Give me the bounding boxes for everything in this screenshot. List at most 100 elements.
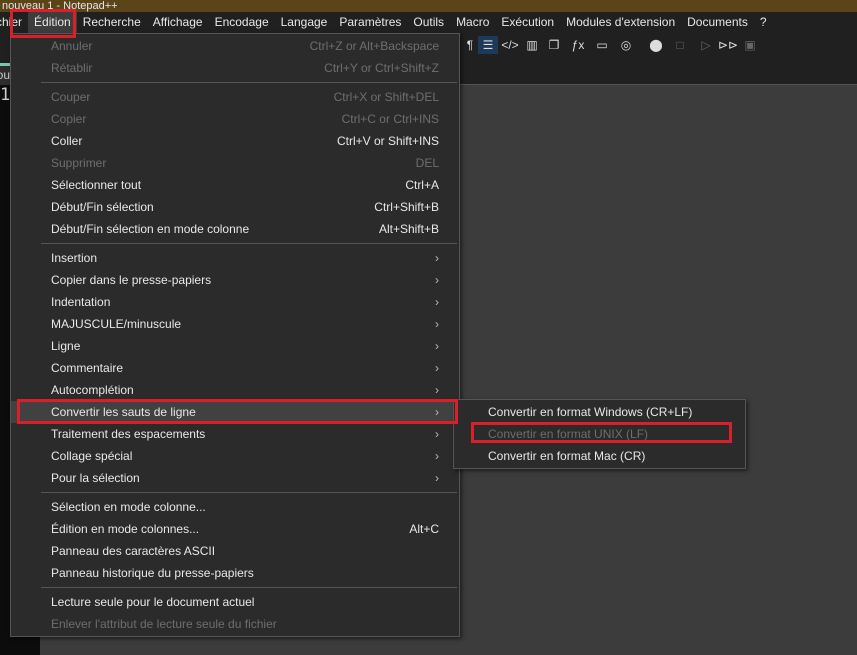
menu-item-label: Sélectionner tout: [51, 178, 142, 192]
xml-tag-icon[interactable]: </>: [500, 36, 520, 54]
menu-item-shortcut: Ctrl+Z or Alt+Backspace: [309, 39, 439, 53]
menu-item-label: Début/Fin sélection: [51, 200, 154, 214]
menu-item[interactable]: Sélection en mode colonne...: [11, 496, 459, 518]
menu-item[interactable]: Édition en mode colonnes... Alt+C: [11, 518, 459, 540]
menu-item[interactable]: Rétablir Ctrl+Y or Ctrl+Shift+Z: [11, 57, 459, 79]
menu-item[interactable]: Lecture seule pour le document actuel: [11, 591, 459, 613]
menu-item[interactable]: Panneau historique du presse-papiers: [11, 562, 459, 584]
menu-item-label: Copier: [51, 112, 87, 126]
menu-6[interactable]: Paramètres: [333, 12, 407, 33]
menu-item[interactable]: Indentation ›: [11, 291, 459, 313]
play-multiple-icon[interactable]: ⊳⊳: [718, 36, 738, 54]
menu-item-label: Copier dans le presse-papiers: [51, 273, 212, 287]
menu-item[interactable]: Sélectionner tout Ctrl+A: [11, 174, 459, 196]
menu-item-label: Indentation: [51, 295, 111, 309]
menu-item[interactable]: Début/Fin sélection en mode colonne Alt+S…: [11, 218, 459, 240]
menu-9[interactable]: Exécution: [495, 12, 560, 33]
menu-separator: [41, 82, 457, 83]
menu-item-label: Pour la sélection: [51, 471, 140, 485]
menu-item[interactable]: Copier Ctrl+C or Ctrl+INS: [11, 108, 459, 130]
menu-item-label: Édition en mode colonnes...: [51, 522, 200, 536]
menu-item-label: Autocomplétion: [51, 383, 134, 397]
menu-item[interactable]: Traitement des espacements ›: [11, 423, 459, 445]
menu-item[interactable]: Collage spécial ›: [11, 445, 459, 467]
menu-item[interactable]: Couper Ctrl+X or Shift+DEL: [11, 86, 459, 108]
menu-item-shortcut: DEL: [415, 156, 439, 170]
indent-guide-icon[interactable]: ☰: [478, 36, 498, 54]
window-title: nouveau 1 - Notepad++: [2, 0, 118, 12]
menu-0[interactable]: Fichier: [0, 12, 28, 33]
menu-1[interactable]: Édition: [28, 12, 77, 33]
menu-4[interactable]: Encodage: [209, 12, 275, 33]
menu-item-label: Collage spécial: [51, 449, 133, 463]
chevron-right-icon: ›: [435, 295, 439, 309]
submenu-item[interactable]: Convertir en format Mac (CR): [454, 445, 745, 467]
menu-item-label: Sélection en mode colonne...: [51, 500, 206, 514]
menu-item-label: Lecture seule pour le document actuel: [51, 595, 255, 609]
function-list-icon[interactable]: ƒx: [568, 36, 588, 54]
chevron-right-icon: ›: [435, 383, 439, 397]
menu-item-shortcut: Ctrl+Shift+B: [374, 200, 439, 214]
document-map-icon[interactable]: ▥: [522, 36, 542, 54]
submenu-item-label: Convertir en format Mac (CR): [488, 449, 646, 463]
submenu-item[interactable]: Convertir en format Windows (CR+LF): [454, 401, 745, 423]
focus-mode-icon[interactable]: ◎: [616, 36, 636, 54]
menu-item-shortcut: Ctrl+C or Ctrl+INS: [341, 112, 439, 126]
menu-11[interactable]: Documents: [681, 12, 754, 33]
menu-item[interactable]: Annuler Ctrl+Z or Alt+Backspace: [11, 35, 459, 57]
menu-item[interactable]: Autocomplétion ›: [11, 379, 459, 401]
menu-item-label: Traitement des espacements: [51, 427, 206, 441]
menu-item-shortcut: Alt+C: [409, 522, 439, 536]
menu-item-label: MAJUSCULE/minuscule: [51, 317, 182, 331]
menu-item[interactable]: Coller Ctrl+V or Shift+INS: [11, 130, 459, 152]
line-number: 1: [0, 85, 11, 105]
submenu-item[interactable]: Convertir en format UNIX (LF): [454, 423, 745, 445]
menu-item[interactable]: Panneau des caractères ASCII: [11, 540, 459, 562]
menu-10[interactable]: Modules d'extension: [560, 12, 681, 33]
menu-item[interactable]: Pour la sélection ›: [11, 467, 459, 489]
submenu-item-label: Convertir en format UNIX (LF): [488, 427, 649, 441]
save-macro-icon[interactable]: ▣: [740, 36, 760, 54]
menu-item[interactable]: Copier dans le presse-papiers ›: [11, 269, 459, 291]
monitor-icon[interactable]: ▭: [592, 36, 612, 54]
menu-item[interactable]: Début/Fin sélection Ctrl+Shift+B: [11, 196, 459, 218]
menu-5[interactable]: Langage: [275, 12, 334, 33]
menu-item-label: Convertir les sauts de ligne: [51, 405, 196, 419]
menu-8[interactable]: Macro: [450, 12, 495, 33]
submenu-item-label: Convertir en format Windows (CR+LF): [488, 405, 693, 419]
menu-7[interactable]: Outils: [407, 12, 450, 33]
menu-item[interactable]: Ligne ›: [11, 335, 459, 357]
menu-item-shortcut: Ctrl+X or Shift+DEL: [333, 90, 439, 104]
menu-item-label: Annuler: [51, 39, 93, 53]
menu-item-label: Commentaire: [51, 361, 124, 375]
menu-item-label: Supprimer: [51, 156, 107, 170]
play-macro-icon[interactable]: ▷: [696, 36, 716, 54]
edit-menu: Annuler Ctrl+Z or Alt+Backspace Rétablir Ct…: [10, 33, 460, 637]
record-macro-icon[interactable]: ⬤: [646, 36, 666, 54]
menu-separator: [41, 492, 457, 493]
chevron-right-icon: ›: [435, 427, 439, 441]
chevron-right-icon: ›: [435, 449, 439, 463]
menu-2[interactable]: Recherche: [77, 12, 147, 33]
menu-item[interactable]: Commentaire ›: [11, 357, 459, 379]
menu-item-label: Insertion: [51, 251, 98, 265]
menu-item-label: Panneau des caractères ASCII: [51, 544, 216, 558]
menu-item[interactable]: Insertion ›: [11, 247, 459, 269]
menu-item-shortcut: Ctrl+Y or Ctrl+Shift+Z: [324, 61, 439, 75]
document-list-icon[interactable]: ❐: [544, 36, 564, 54]
show-all-chars-icon[interactable]: ¶: [460, 36, 480, 54]
chevron-right-icon: ›: [435, 361, 439, 375]
menu-3[interactable]: Affichage: [147, 12, 209, 33]
menu-12[interactable]: ?: [754, 12, 773, 33]
menu-item[interactable]: Convertir les sauts de ligne ›: [11, 401, 459, 423]
chevron-right-icon: ›: [435, 471, 439, 485]
menu-item[interactable]: Enlever l'attribut de lecture seule du f…: [11, 613, 459, 635]
title-bar: nouveau 1 - Notepad++: [0, 0, 857, 12]
stop-macro-icon[interactable]: □: [670, 36, 690, 54]
menu-item-label: Couper: [51, 90, 91, 104]
menu-item[interactable]: Supprimer DEL: [11, 152, 459, 174]
menu-separator: [41, 243, 457, 244]
eol-conversion-submenu: Convertir en format Windows (CR+LF) Conve…: [453, 399, 746, 469]
menu-item[interactable]: MAJUSCULE/minuscule ›: [11, 313, 459, 335]
menu-item-shortcut: Alt+Shift+B: [378, 222, 439, 236]
